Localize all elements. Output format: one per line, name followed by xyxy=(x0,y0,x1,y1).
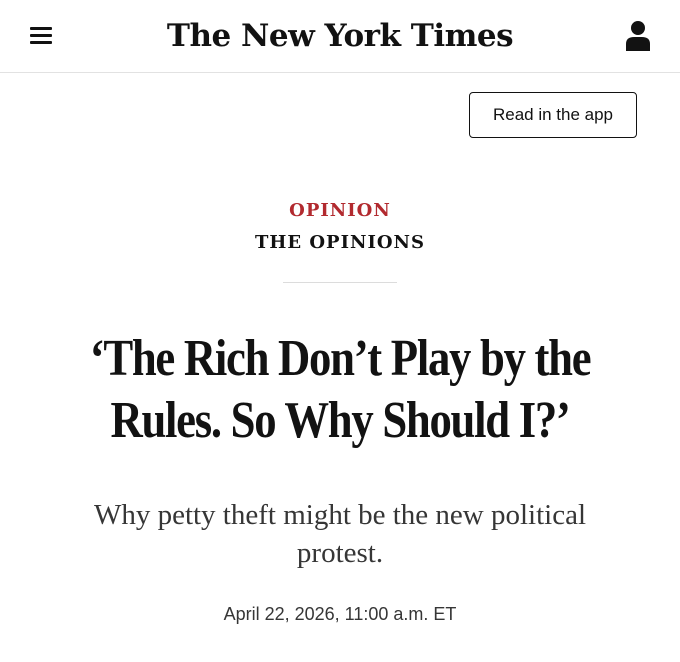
article-dateline: April 22, 2026, 11:00 a.m. ET xyxy=(223,604,457,624)
article-headline: ‘The Rich Don’t Play by the Rules. So Wh… xyxy=(89,330,592,449)
read-in-app-button[interactable]: Read in the app xyxy=(469,92,637,138)
account-person-icon[interactable] xyxy=(626,20,650,52)
section-label[interactable]: THE OPINIONS xyxy=(0,232,680,253)
section-divider xyxy=(283,282,397,283)
masthead-logo[interactable]: The New York Times xyxy=(0,14,680,58)
article-summary: Why petty theft might be the new politic… xyxy=(93,499,587,569)
top-navigation-bar: The New York Times xyxy=(0,0,680,73)
opinion-kicker[interactable]: OPINION xyxy=(0,200,680,221)
